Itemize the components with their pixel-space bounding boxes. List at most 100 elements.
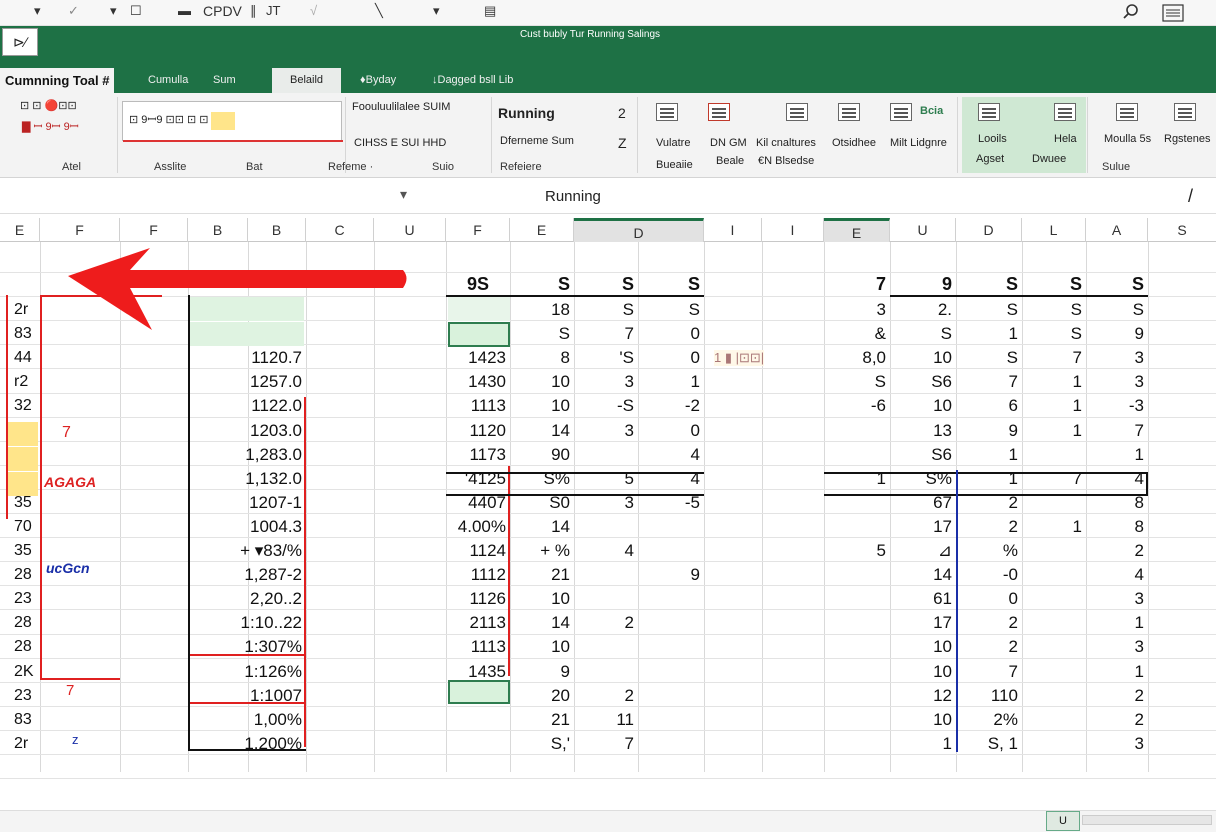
- data-cell-right-last[interactable]: 4: [1086, 467, 1148, 491]
- data-cell-f[interactable]: 1430: [446, 370, 510, 394]
- qat-box-icon[interactable]: ☐: [130, 3, 142, 19]
- data-cell-right-a[interactable]: &: [824, 322, 890, 346]
- search-icon[interactable]: [1122, 3, 1140, 21]
- ribbon-formula-line2[interactable]: CIHSS E SUI HHD: [354, 137, 446, 149]
- ribbon-registers[interactable]: Rgstenes: [1164, 133, 1210, 145]
- data-cell-e[interactable]: S,': [510, 732, 574, 756]
- ribbon-dn-icon[interactable]: [708, 103, 730, 121]
- data-cell-right-l[interactable]: S: [1022, 298, 1086, 322]
- data-cell-s[interactable]: 7: [574, 322, 638, 346]
- data-cell-f[interactable]: [446, 732, 510, 756]
- tab-dagged[interactable]: ↓Dagged bsll Lib: [432, 68, 513, 93]
- running-total-cell[interactable]: 1,287-2: [188, 563, 306, 587]
- column-header[interactable]: D: [956, 218, 1022, 242]
- qat-check-icon[interactable]: ✓: [68, 3, 79, 19]
- data-cell-right-u[interactable]: 12: [890, 684, 956, 708]
- data-cell-s[interactable]: 5: [574, 467, 638, 491]
- ribbon-hela[interactable]: Hela: [1054, 133, 1077, 145]
- data-cell-e[interactable]: S%: [510, 467, 574, 491]
- row-label[interactable]: 28: [6, 563, 40, 587]
- data-cell-s[interactable]: [574, 515, 638, 539]
- horizontal-scrollbar[interactable]: [1082, 815, 1212, 825]
- data-cell-right-u[interactable]: S6: [890, 443, 956, 467]
- ribbon-agset[interactable]: Agset: [976, 153, 1004, 165]
- running-total-cell[interactable]: + ▾83/%: [188, 539, 306, 563]
- data-cell-right-l[interactable]: S: [1022, 322, 1086, 346]
- data-cell-right-d[interactable]: 1: [956, 443, 1022, 467]
- data-cell-right-a[interactable]: [824, 732, 890, 756]
- data-cell-e[interactable]: + %: [510, 539, 574, 563]
- header-cell[interactable]: 9S: [446, 272, 510, 296]
- data-cell-right-l[interactable]: 7: [1022, 346, 1086, 370]
- data-cell-s[interactable]: 3: [574, 370, 638, 394]
- ribbon-formula-line1[interactable]: Foouluulilalee SUIM: [352, 101, 450, 113]
- data-cell-right-last[interactable]: -3: [1086, 394, 1148, 418]
- data-cell-d[interactable]: [638, 684, 704, 708]
- data-cell-right-d[interactable]: 7: [956, 660, 1022, 684]
- data-cell-s[interactable]: 7: [574, 732, 638, 756]
- data-cell-right-a[interactable]: [824, 708, 890, 732]
- header-cell[interactable]: S: [574, 272, 638, 296]
- data-cell-right-l[interactable]: 1: [1022, 370, 1086, 394]
- data-cell-right-a[interactable]: [824, 611, 890, 635]
- data-cell-right-last[interactable]: 2: [1086, 539, 1148, 563]
- data-cell-e[interactable]: 21: [510, 563, 574, 587]
- qat-jt-icon[interactable]: JT: [266, 3, 280, 18]
- data-cell-right-u[interactable]: 10: [890, 708, 956, 732]
- data-cell-right-last[interactable]: 1: [1086, 660, 1148, 684]
- qat-pipe-icon[interactable]: ∥: [250, 3, 257, 19]
- qat-list-icon[interactable]: ▤: [484, 3, 496, 19]
- data-cell-f[interactable]: 1126: [446, 587, 510, 611]
- column-header[interactable]: I: [762, 218, 824, 242]
- data-cell-s[interactable]: 4: [574, 539, 638, 563]
- data-cell-right-last[interactable]: 1: [1086, 443, 1148, 467]
- running-total-cell[interactable]: 1004.3: [188, 515, 306, 539]
- data-cell-right-l[interactable]: [1022, 587, 1086, 611]
- running-total-cell[interactable]: 1,283.0: [188, 443, 306, 467]
- ribbon-otsidhee-icon[interactable]: [838, 103, 860, 121]
- data-cell-right-u[interactable]: 61: [890, 587, 956, 611]
- data-cell-right-l[interactable]: [1022, 732, 1086, 756]
- row-label[interactable]: r2: [6, 370, 40, 394]
- data-cell-right-u[interactable]: 13: [890, 419, 956, 443]
- data-cell-d[interactable]: [638, 708, 704, 732]
- column-header[interactable]: U: [374, 218, 446, 242]
- data-cell-d[interactable]: 0: [638, 322, 704, 346]
- tab-byday[interactable]: ♦Byday: [360, 68, 396, 93]
- data-cell-right-d[interactable]: 6: [956, 394, 1022, 418]
- row-label[interactable]: 35: [6, 539, 40, 563]
- header-cell[interactable]: S: [510, 272, 574, 296]
- ribbon-milt-icon[interactable]: [890, 103, 912, 121]
- data-cell-s[interactable]: 'S: [574, 346, 638, 370]
- data-cell-f[interactable]: 1112: [446, 563, 510, 587]
- running-total-cell[interactable]: 1:10..22: [188, 611, 306, 635]
- running-total-cell[interactable]: 1,132.0: [188, 467, 306, 491]
- qat-dropdown-icon-2[interactable]: ▾: [110, 3, 117, 19]
- row-label[interactable]: 70: [6, 515, 40, 539]
- data-cell-right-d[interactable]: 9: [956, 419, 1022, 443]
- data-cell-right-u[interactable]: 10: [890, 635, 956, 659]
- data-cell-s[interactable]: 11: [574, 708, 638, 732]
- data-cell-right-u[interactable]: 2.: [890, 298, 956, 322]
- data-cell-right-last[interactable]: 3: [1086, 370, 1148, 394]
- column-header[interactable]: B: [188, 218, 248, 242]
- data-cell-e[interactable]: 20: [510, 684, 574, 708]
- data-cell-s[interactable]: [574, 563, 638, 587]
- data-cell-s[interactable]: 2: [574, 611, 638, 635]
- data-cell-right-last[interactable]: 3: [1086, 635, 1148, 659]
- data-cell-right-d[interactable]: 2: [956, 515, 1022, 539]
- data-cell-right-l[interactable]: [1022, 684, 1086, 708]
- data-cell-f[interactable]: 1113: [446, 635, 510, 659]
- column-header[interactable]: L: [1022, 218, 1086, 242]
- data-cell-s[interactable]: [574, 443, 638, 467]
- sheet-tab[interactable]: U: [1046, 811, 1080, 831]
- data-cell-d[interactable]: [638, 515, 704, 539]
- ribbon-cultures-icon[interactable]: [786, 103, 808, 121]
- data-cell-right-last[interactable]: 9: [1086, 322, 1148, 346]
- data-cell-e[interactable]: 10: [510, 635, 574, 659]
- data-cell-s[interactable]: 2: [574, 684, 638, 708]
- column-header[interactable]: I: [704, 218, 762, 242]
- data-cell-f[interactable]: 1120: [446, 419, 510, 443]
- qat-check-icon-2[interactable]: √: [310, 3, 317, 18]
- data-cell-e[interactable]: 8: [510, 346, 574, 370]
